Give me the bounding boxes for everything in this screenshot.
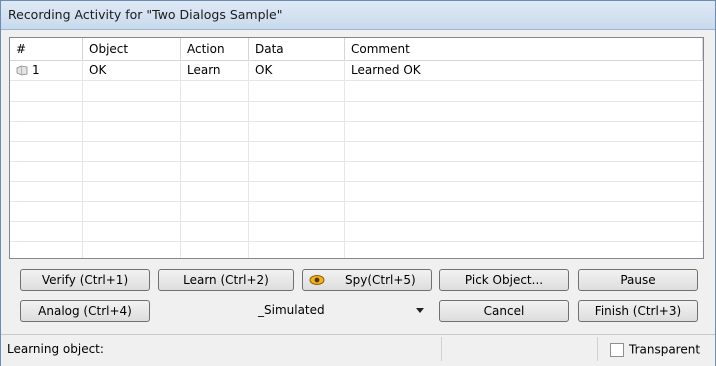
chevron-down-icon[interactable] <box>416 308 424 313</box>
empty-cell <box>249 141 345 161</box>
empty-cell <box>10 221 83 241</box>
empty-cell <box>181 81 249 101</box>
pause-button[interactable]: Pause <box>578 269 698 291</box>
empty-cell <box>10 241 83 258</box>
empty-cell <box>181 221 249 241</box>
empty-cell <box>10 201 83 221</box>
empty-cell <box>83 201 181 221</box>
empty-row <box>10 81 703 102</box>
empty-row <box>10 141 703 162</box>
column-header-index[interactable]: # <box>10 38 83 60</box>
recording-activity-window: Recording Activity for "Two Dialogs Samp… <box>0 0 716 366</box>
column-header-action[interactable]: Action <box>181 38 249 60</box>
empty-row <box>10 161 703 182</box>
empty-row <box>10 241 703 258</box>
status-divider <box>597 337 598 361</box>
empty-cell <box>345 121 703 141</box>
window-title: Recording Activity for "Two Dialogs Samp… <box>8 7 283 22</box>
empty-cell <box>345 81 703 101</box>
table-row[interactable]: 1 OK Learn OK Learned OK <box>10 60 703 81</box>
analog-button[interactable]: Analog (Ctrl+4) <box>20 300 150 322</box>
empty-cell <box>83 221 181 241</box>
column-header-data[interactable]: Data <box>249 38 345 60</box>
spy-button[interactable]: Spy(Ctrl+5) <box>302 269 432 291</box>
empty-cell <box>83 121 181 141</box>
empty-row <box>10 101 703 122</box>
verify-button[interactable]: Verify (Ctrl+1) <box>20 269 150 291</box>
empty-cell <box>10 161 83 181</box>
empty-cell <box>345 161 703 181</box>
eye-icon <box>309 275 325 285</box>
empty-cell <box>249 81 345 101</box>
empty-cell <box>249 161 345 181</box>
cancel-button[interactable]: Cancel <box>439 300 569 322</box>
row-index: 1 <box>32 63 40 77</box>
row-data-cell: OK <box>249 60 345 80</box>
row-object-cell: OK <box>83 60 181 80</box>
empty-cell <box>249 101 345 121</box>
empty-cell <box>10 141 83 161</box>
status-divider <box>441 337 442 361</box>
empty-cell <box>10 181 83 201</box>
empty-cell <box>345 241 703 258</box>
finish-button[interactable]: Finish (Ctrl+3) <box>578 300 698 322</box>
empty-cell <box>249 221 345 241</box>
empty-cell <box>249 201 345 221</box>
empty-cell <box>249 241 345 258</box>
empty-cell <box>345 101 703 121</box>
empty-cell <box>345 181 703 201</box>
grid-header: # Object Action Data Comment <box>10 38 703 61</box>
row-action-cell: Learn <box>181 60 249 80</box>
empty-cell <box>249 121 345 141</box>
empty-cell <box>83 141 181 161</box>
column-header-object[interactable]: Object <box>83 38 181 60</box>
empty-cell <box>181 141 249 161</box>
empty-cell <box>181 121 249 141</box>
pick-object-button[interactable]: Pick Object... <box>439 269 569 291</box>
empty-cell <box>345 221 703 241</box>
empty-cell <box>181 161 249 181</box>
empty-cell <box>10 81 83 101</box>
empty-cell <box>181 181 249 201</box>
title-bar: Recording Activity for "Two Dialogs Samp… <box>1 1 715 30</box>
empty-row <box>10 221 703 242</box>
empty-row <box>10 121 703 142</box>
empty-cell <box>83 81 181 101</box>
empty-cell <box>181 101 249 121</box>
empty-cell <box>83 241 181 258</box>
empty-cell <box>10 121 83 141</box>
row-index-cell: 1 <box>10 60 83 80</box>
column-header-comment[interactable]: Comment <box>345 38 703 60</box>
empty-cell <box>83 101 181 121</box>
empty-row <box>10 181 703 202</box>
empty-cell <box>345 201 703 221</box>
transparent-label: Transparent <box>629 342 701 357</box>
empty-cell <box>181 201 249 221</box>
empty-row <box>10 201 703 222</box>
learn-button[interactable]: Learn (Ctrl+2) <box>158 269 294 291</box>
empty-cell <box>345 141 703 161</box>
recording-grid[interactable]: # Object Action Data Comment 1 OK Learn … <box>9 37 704 259</box>
mode-dropdown-value: _Simulated <box>258 303 325 317</box>
mode-dropdown[interactable]: _Simulated <box>158 299 435 323</box>
empty-cell <box>83 181 181 201</box>
transparent-toggle[interactable]: Transparent <box>610 342 700 357</box>
empty-cell <box>249 181 345 201</box>
empty-cell <box>10 101 83 121</box>
status-bar: Learning object: Transparent <box>1 334 715 366</box>
status-text: Learning object: <box>7 342 104 356</box>
empty-cell <box>83 161 181 181</box>
step-icon <box>16 65 28 76</box>
row-comment-cell: Learned OK <box>351 63 421 77</box>
transparent-checkbox[interactable] <box>610 342 624 357</box>
empty-cell <box>181 241 249 258</box>
spy-button-label: Spy(Ctrl+5) <box>345 273 416 287</box>
